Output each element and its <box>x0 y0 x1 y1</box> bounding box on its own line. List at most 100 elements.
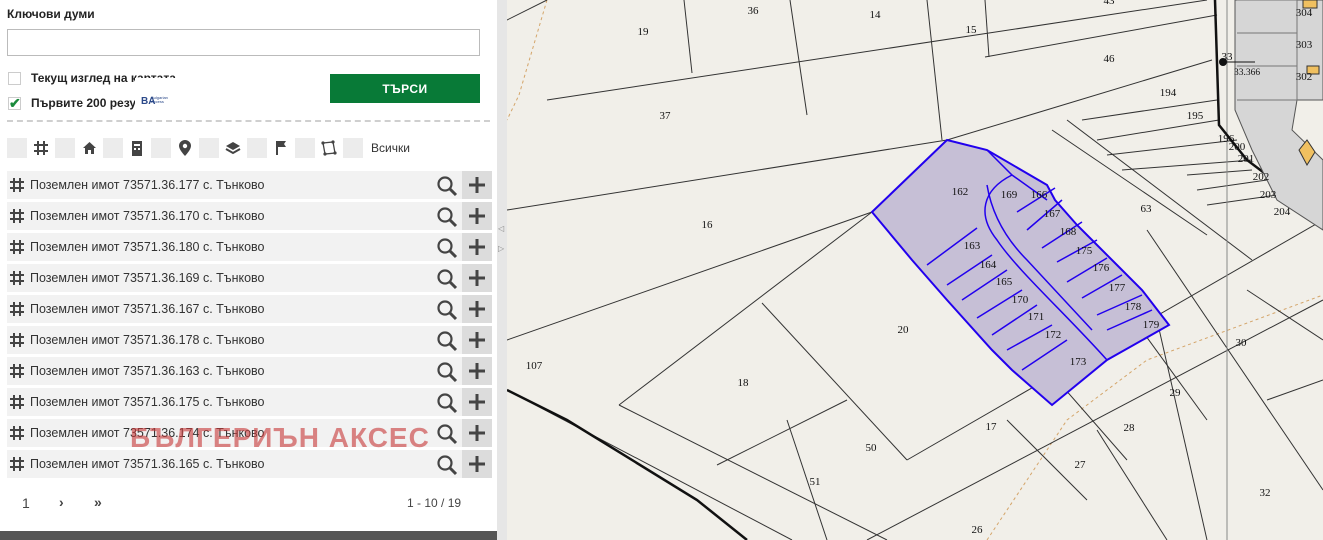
plus-icon <box>469 456 485 472</box>
result-row[interactable]: Поземлен имот 73571.36.167 с. Тънково <box>7 295 492 323</box>
result-label[interactable]: Поземлен имот 73571.36.178 с. Тънково <box>30 333 265 347</box>
zoom-icon[interactable] <box>436 392 458 414</box>
search-button[interactable]: ТЪРСИ <box>330 74 480 103</box>
pagination: 1 › » 1 - 10 / 19 <box>0 490 497 520</box>
parcel-grid-icon <box>10 457 24 476</box>
zoom-icon[interactable] <box>436 423 458 445</box>
zoom-icon[interactable] <box>436 299 458 321</box>
zoom-icon[interactable] <box>436 237 458 259</box>
parcel-number-label: 170 <box>1012 294 1029 306</box>
polygon-icon[interactable] <box>319 138 339 158</box>
add-button[interactable] <box>462 233 492 261</box>
parcel-number-label: 30 <box>1236 337 1248 349</box>
parcel-number-label: 36 <box>748 5 760 17</box>
plus-icon <box>469 332 485 348</box>
result-row[interactable]: Поземлен имот 73571.36.165 с. Тънково <box>7 450 492 478</box>
result-label[interactable]: Поземлен имот 73571.36.167 с. Тънково <box>30 302 265 316</box>
parcel-number-label: 179 <box>1143 319 1160 331</box>
add-button[interactable] <box>462 171 492 199</box>
filter-apartment-toggle[interactable] <box>103 138 123 158</box>
last-page-button[interactable]: » <box>94 494 102 510</box>
add-button[interactable] <box>462 450 492 478</box>
result-row[interactable]: Поземлен имот 73571.36.170 с. Тънково <box>7 202 492 230</box>
filter-all-toggle[interactable] <box>343 138 363 158</box>
filter-polygon-toggle[interactable] <box>295 138 315 158</box>
result-row[interactable]: Поземлен имот 73571.36.169 с. Тънково <box>7 264 492 292</box>
add-button[interactable] <box>462 388 492 416</box>
parcel-number-label: 195 <box>1187 110 1204 122</box>
page-number[interactable]: 1 <box>22 495 30 511</box>
filter-address-toggle[interactable] <box>151 138 171 158</box>
result-label[interactable]: Поземлен имот 73571.36.180 с. Тънково <box>30 240 265 254</box>
filter-building-toggle[interactable] <box>55 138 75 158</box>
plus-icon <box>469 301 485 317</box>
parcel-number-label: 32 <box>1260 487 1271 499</box>
apartment-icon[interactable] <box>127 138 147 158</box>
plus-icon <box>469 425 485 441</box>
parcel-grid-icon <box>10 271 24 290</box>
panel-splitter[interactable]: ◁ ▷ <box>497 0 507 540</box>
home-icon[interactable] <box>79 138 99 158</box>
map-canvas[interactable]: 4336 141519463043033023333.36619419519620… <box>507 0 1323 540</box>
parcel-number-label: 51 <box>810 476 821 488</box>
result-label[interactable]: Поземлен имот 73571.36.177 с. Тънково <box>30 178 265 192</box>
result-label[interactable]: Поземлен имот 73571.36.169 с. Тънково <box>30 271 265 285</box>
zoom-icon[interactable] <box>436 361 458 383</box>
parcel-number-label: 50 <box>866 442 878 454</box>
parcel-number-label: 28 <box>1124 422 1136 434</box>
parcel-number-label: 302 <box>1296 71 1313 83</box>
location-pin-icon[interactable] <box>175 138 195 158</box>
result-label[interactable]: Поземлен имот 73571.36.163 с. Тънково <box>30 364 265 378</box>
parcel-number-label: 33.366 <box>1234 68 1260 78</box>
parcel-number-label: 163 <box>964 240 981 252</box>
parcel-number-label: 20 <box>898 324 910 336</box>
cadastral-map[interactable]: 43 36 14 15 19 46 304 303 302 33 33.366 194 195 196 20… <box>507 0 1323 540</box>
divider <box>7 120 490 122</box>
zoom-icon[interactable] <box>436 268 458 290</box>
keywords-input[interactable] <box>7 29 480 56</box>
result-label[interactable]: Поземлен имот 73571.36.174 с. Тънково <box>30 426 265 440</box>
bulgarian-access-logo: BA Bulgarian Access <box>135 78 181 132</box>
parcel-number-label: 172 <box>1045 329 1062 341</box>
result-row[interactable]: Поземлен имот 73571.36.177 с. Тънково <box>7 171 492 199</box>
parcel-number-label: 165 <box>996 276 1013 288</box>
parcel-number-label: 27 <box>1075 459 1087 471</box>
logo-text: Bulgarian Access <box>151 95 168 104</box>
add-button[interactable] <box>462 202 492 230</box>
parcel-number-label: 194 <box>1160 87 1177 99</box>
next-page-button[interactable]: › <box>59 494 64 510</box>
expand-right-icon[interactable]: ▷ <box>498 244 504 253</box>
result-label[interactable]: Поземлен имот 73571.36.170 с. Тънково <box>30 209 265 223</box>
grid-icon[interactable] <box>31 138 51 158</box>
current-view-checkbox[interactable] <box>8 72 21 85</box>
result-row[interactable]: Поземлен имот 73571.36.178 с. Тънково <box>7 326 492 354</box>
zoom-icon[interactable] <box>436 454 458 476</box>
parcel-grid-icon <box>10 426 24 445</box>
plus-icon <box>469 208 485 224</box>
filter-parcel-toggle[interactable] <box>7 138 27 158</box>
result-row[interactable]: Поземлен имот 73571.36.175 с. Тънково <box>7 388 492 416</box>
result-row[interactable]: Поземлен имот 73571.36.174 с. Тънково <box>7 419 492 447</box>
add-button[interactable] <box>462 326 492 354</box>
flag-icon[interactable] <box>271 138 291 158</box>
result-row[interactable]: Поземлен имот 73571.36.163 с. Тънково <box>7 357 492 385</box>
collapse-left-icon[interactable]: ◁ <box>498 224 504 233</box>
result-label[interactable]: Поземлен имот 73571.36.165 с. Тънково <box>30 457 265 471</box>
parcel-grid-icon <box>10 178 24 197</box>
zoom-icon[interactable] <box>436 206 458 228</box>
parcel-grid-icon <box>10 302 24 321</box>
add-button[interactable] <box>462 419 492 447</box>
filter-layer-toggle[interactable] <box>199 138 219 158</box>
parcel-number-label: 26 <box>972 524 984 536</box>
zoom-icon[interactable] <box>436 175 458 197</box>
result-row[interactable]: Поземлен имот 73571.36.180 с. Тънково <box>7 233 492 261</box>
add-button[interactable] <box>462 295 492 323</box>
add-button[interactable] <box>462 357 492 385</box>
parcel-number-label: 33 <box>1222 51 1234 63</box>
layers-icon[interactable] <box>223 138 243 158</box>
filter-point-toggle[interactable] <box>247 138 267 158</box>
zoom-icon[interactable] <box>436 330 458 352</box>
add-button[interactable] <box>462 264 492 292</box>
parcel-number-label: 201 <box>1238 153 1255 165</box>
result-label[interactable]: Поземлен имот 73571.36.175 с. Тънково <box>30 395 265 409</box>
